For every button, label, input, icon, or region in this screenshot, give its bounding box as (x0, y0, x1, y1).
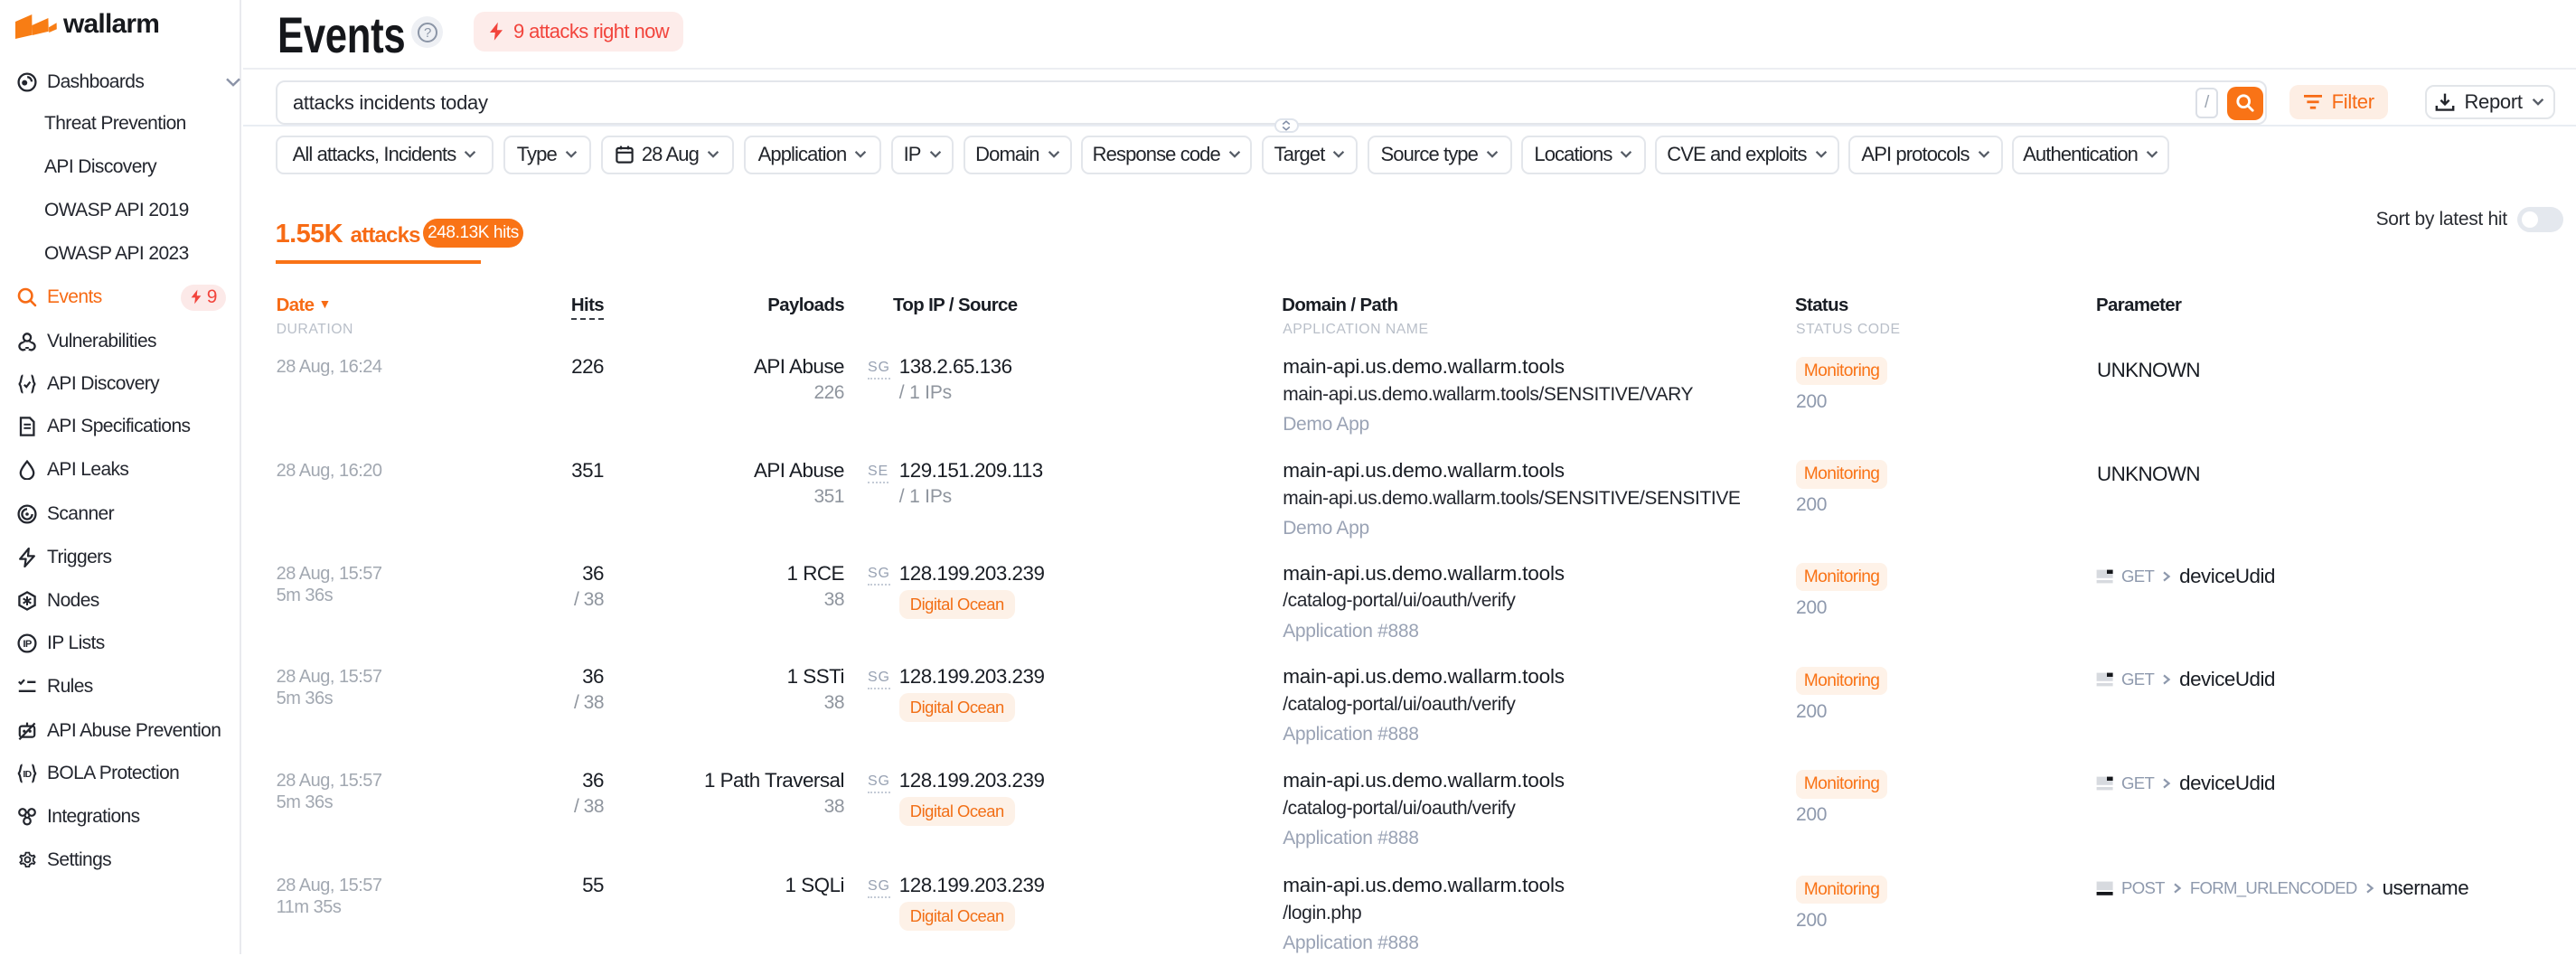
svg-text:ID: ID (23, 770, 32, 780)
svg-text:IP: IP (23, 639, 33, 650)
svg-text:?: ? (423, 25, 430, 41)
